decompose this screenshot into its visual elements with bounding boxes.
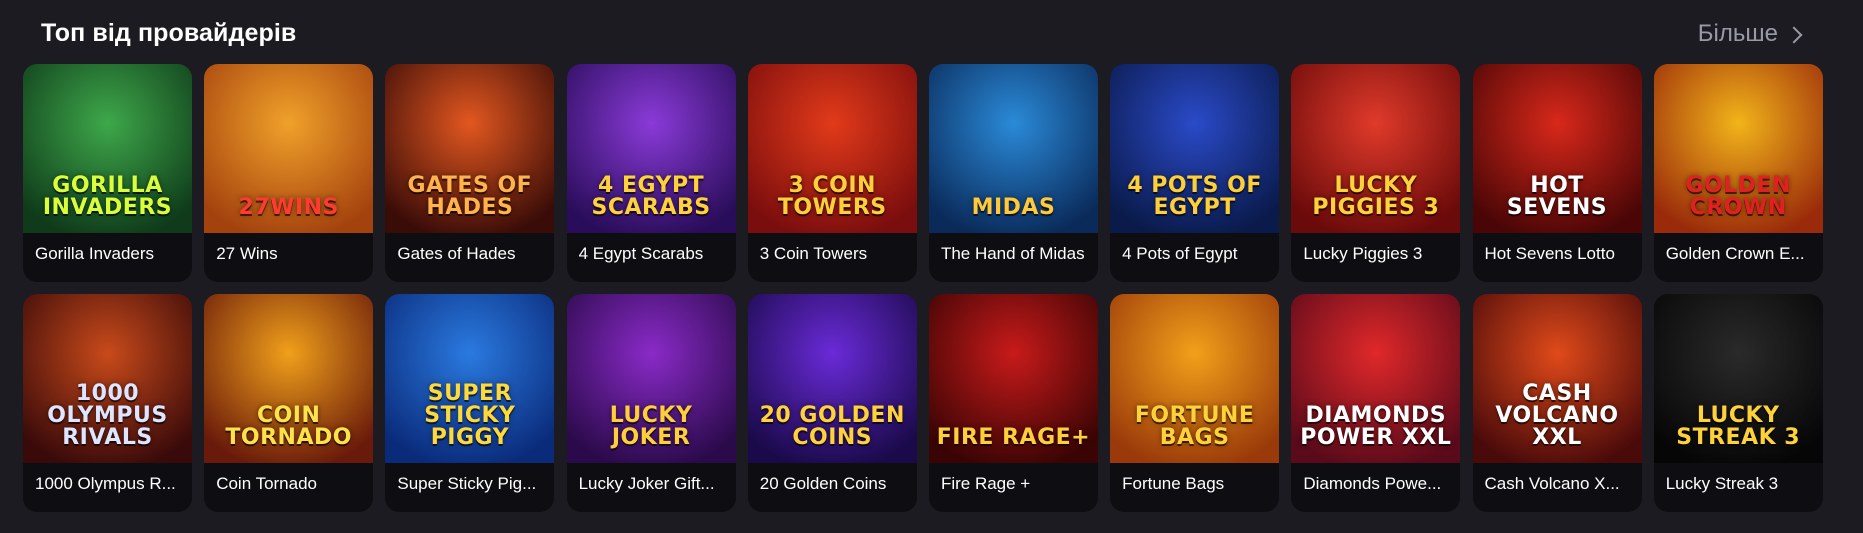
game-logo: GORILLA INVADERS (42, 173, 173, 220)
game-logo: FORTUNE BAGS (1134, 403, 1255, 450)
game-title: Fire Rage + (940, 474, 1031, 493)
game-title: Cash Volcano X... (1484, 474, 1620, 493)
game-logo: GOLDEN CROWN (1685, 173, 1791, 220)
game-logo: Lucky Streak 3 (1676, 403, 1801, 450)
game-card[interactable]: 4 POTS OF EGYPT 4 Pots of Egypt (1110, 64, 1280, 282)
game-card[interactable]: Fire Rage+ Fire Rage + (928, 294, 1098, 512)
game-logo: GATES OF HADES (407, 173, 533, 220)
game-logo: HOT SEVENS (1506, 173, 1608, 220)
game-thumbnail[interactable]: COIN TORNADO (204, 294, 374, 463)
game-title: 1000 Olympus R... (35, 474, 176, 493)
chevron-right-icon (1785, 26, 1803, 44)
game-title: Gorilla Invaders (35, 244, 155, 263)
game-title: Gates of Hades (397, 244, 516, 263)
game-title: 27 Wins (216, 244, 278, 263)
game-card[interactable]: MIDAS The Hand of Midas (928, 64, 1098, 282)
game-thumbnail[interactable]: GOLDEN CROWN (1653, 64, 1823, 233)
game-logo: DIAMONDS POWER XXL (1300, 403, 1452, 450)
game-thumbnail[interactable]: 4 POTS OF EGYPT (1110, 64, 1280, 233)
game-title: Fortune Bags (1122, 474, 1225, 493)
game-card[interactable]: CASH VOLCANO XXL Cash Volcano X... (1472, 294, 1642, 512)
game-logo: MIDAS (971, 195, 1056, 220)
game-card[interactable]: DIAMONDS POWER XXL Diamonds Powe... (1291, 294, 1461, 512)
game-logo: LUCKY JOKER (609, 403, 693, 450)
game-card[interactable]: 4 EGYPT SCARABS 4 Egypt Scarabs (566, 64, 736, 282)
game-card[interactable]: LUCKY JOKER Lucky Joker Gift... (566, 294, 736, 512)
game-thumbnail[interactable]: GATES OF HADES (385, 64, 555, 233)
game-thumbnail[interactable]: LUCKY PIGGIES 3 (1291, 64, 1461, 233)
game-card[interactable]: GORILLA INVADERS Gorilla Invaders (23, 64, 192, 282)
game-thumbnail[interactable]: 20 GOLDEN COINS (747, 294, 917, 463)
game-title: Golden Crown E... (1665, 244, 1805, 263)
game-title: Diamonds Powe... (1303, 474, 1442, 493)
section-title: Топ від провайдерів (41, 19, 297, 47)
game-title: Coin Tornado (216, 474, 318, 493)
game-title: 4 Pots of Egypt (1122, 244, 1238, 263)
game-thumbnail[interactable]: Lucky Streak 3 (1653, 294, 1823, 463)
game-card[interactable]: 20 GOLDEN COINS 20 Golden Coins (747, 294, 917, 512)
game-title: Lucky Streak 3 (1665, 474, 1779, 493)
game-logo: CASH VOLCANO XXL (1495, 381, 1619, 450)
game-title: The Hand of Midas (940, 244, 1085, 263)
game-card[interactable]: 1000 OLYMPUS RIVALS 1000 Olympus R... (23, 294, 192, 512)
game-logo: LUCKY PIGGIES 3 (1312, 173, 1440, 220)
more-link[interactable]: Більше (1697, 20, 1803, 48)
game-title: 4 Egypt Scarabs (578, 244, 704, 263)
more-link-label: Більше (1697, 20, 1778, 47)
game-thumbnail[interactable]: 3 COIN TOWERS (747, 64, 917, 233)
game-logo: COIN TORNADO (225, 403, 352, 450)
game-thumbnail[interactable]: 27wins (204, 64, 374, 233)
game-card[interactable]: GOLDEN CROWN Golden Crown E... (1653, 64, 1823, 282)
game-thumbnail[interactable]: FORTUNE BAGS (1110, 294, 1280, 463)
game-logo: 4 POTS OF EGYPT (1127, 173, 1262, 220)
game-title: 3 Coin Towers (759, 244, 868, 263)
game-thumbnail[interactable]: 1000 OLYMPUS RIVALS (23, 294, 192, 463)
game-logo: SUPER STICKY PIGGY (424, 381, 516, 450)
game-card[interactable]: HOT SEVENS Hot Sevens Lotto (1472, 64, 1642, 282)
game-title: Lucky Joker Gift... (578, 474, 715, 493)
section-header: Топ від провайдерів Більше (0, 0, 1863, 64)
game-thumbnail[interactable]: 4 EGYPT SCARABS (566, 64, 736, 233)
game-thumbnail[interactable]: SUPER STICKY PIGGY (385, 294, 555, 463)
game-card[interactable]: LUCKY PIGGIES 3 Lucky Piggies 3 (1291, 64, 1461, 282)
game-thumbnail[interactable]: CASH VOLCANO XXL (1472, 294, 1642, 463)
game-thumbnail[interactable]: MIDAS (928, 64, 1098, 233)
game-title: Super Sticky Pig... (397, 474, 537, 493)
game-logo: 3 COIN TOWERS (777, 173, 887, 220)
game-thumbnail[interactable]: HOT SEVENS (1472, 64, 1642, 233)
game-logo: 20 GOLDEN COINS (759, 403, 905, 450)
game-card[interactable]: 27wins 27 Wins (204, 64, 374, 282)
game-card[interactable]: FORTUNE BAGS Fortune Bags (1110, 294, 1280, 512)
game-card[interactable]: COIN TORNADO Coin Tornado (204, 294, 374, 512)
game-logo: 1000 OLYMPUS RIVALS (47, 381, 168, 450)
game-title: Hot Sevens Lotto (1484, 244, 1615, 263)
game-thumbnail[interactable]: LUCKY JOKER (566, 294, 736, 463)
game-thumbnail[interactable]: Fire Rage+ (928, 294, 1098, 463)
game-card[interactable]: Lucky Streak 3 Lucky Streak 3 (1653, 294, 1823, 512)
game-card[interactable]: GATES OF HADES Gates of Hades (385, 64, 555, 282)
game-logo: 27wins (238, 195, 339, 220)
game-title: Lucky Piggies 3 (1303, 244, 1423, 263)
game-card[interactable]: 3 COIN TOWERS 3 Coin Towers (747, 64, 917, 282)
game-thumbnail[interactable]: DIAMONDS POWER XXL (1291, 294, 1461, 463)
game-logo: Fire Rage+ (936, 425, 1091, 450)
games-grid: GORILLA INVADERS Gorilla Invaders 27wins 27… (23, 64, 1823, 512)
game-title: 20 Golden Coins (759, 474, 887, 493)
game-logo: 4 EGYPT SCARABS (591, 173, 711, 220)
game-thumbnail[interactable]: GORILLA INVADERS (23, 64, 192, 233)
game-card[interactable]: SUPER STICKY PIGGY Super Sticky Pig... (385, 294, 555, 512)
